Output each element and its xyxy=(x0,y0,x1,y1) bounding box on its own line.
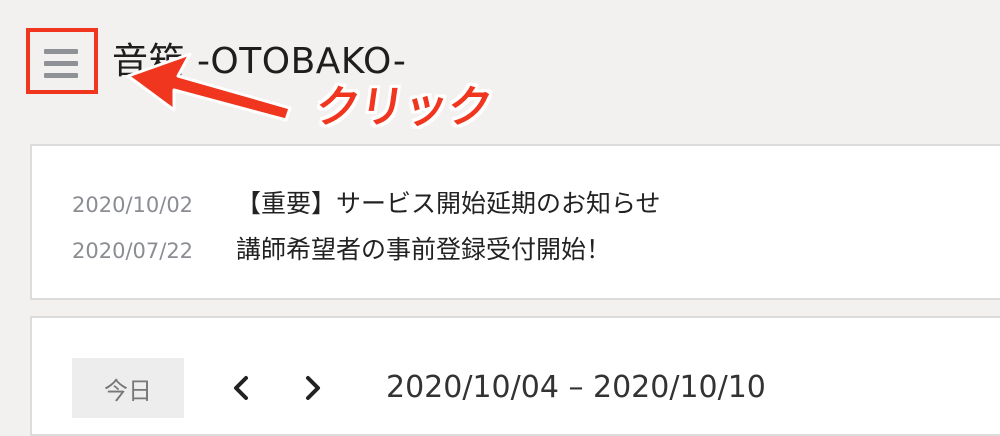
news-card: 2020/10/02 【重要】サービス開始延期のお知らせ 2020/07/22 … xyxy=(30,144,1000,300)
chevron-right-icon xyxy=(306,376,320,400)
calendar-card: 今日 2020/10/04 – 2020/10/10 xyxy=(30,316,1000,436)
chevron-left-icon xyxy=(234,376,248,400)
news-title-link[interactable]: 【重要】サービス開始延期のお知らせ xyxy=(236,184,661,220)
site-title[interactable]: 音箱 -OTOBAKO- xyxy=(112,38,406,86)
header: 音箱 -OTOBAKO- xyxy=(0,0,1000,130)
annotation-label: クリック xyxy=(312,82,496,133)
news-date: 2020/10/02 xyxy=(72,193,194,217)
news-item[interactable]: 2020/10/02 【重要】サービス開始延期のお知らせ xyxy=(72,184,661,220)
next-week-button[interactable] xyxy=(298,370,326,406)
news-title-link[interactable]: 講師希望者の事前登録受付開始！ xyxy=(236,230,611,266)
annotation-highlight-box xyxy=(26,28,98,94)
prev-week-button[interactable] xyxy=(228,370,256,406)
today-button[interactable]: 今日 xyxy=(72,358,184,418)
news-item[interactable]: 2020/07/22 講師希望者の事前登録受付開始！ xyxy=(72,230,611,266)
news-date: 2020/07/22 xyxy=(72,239,194,263)
